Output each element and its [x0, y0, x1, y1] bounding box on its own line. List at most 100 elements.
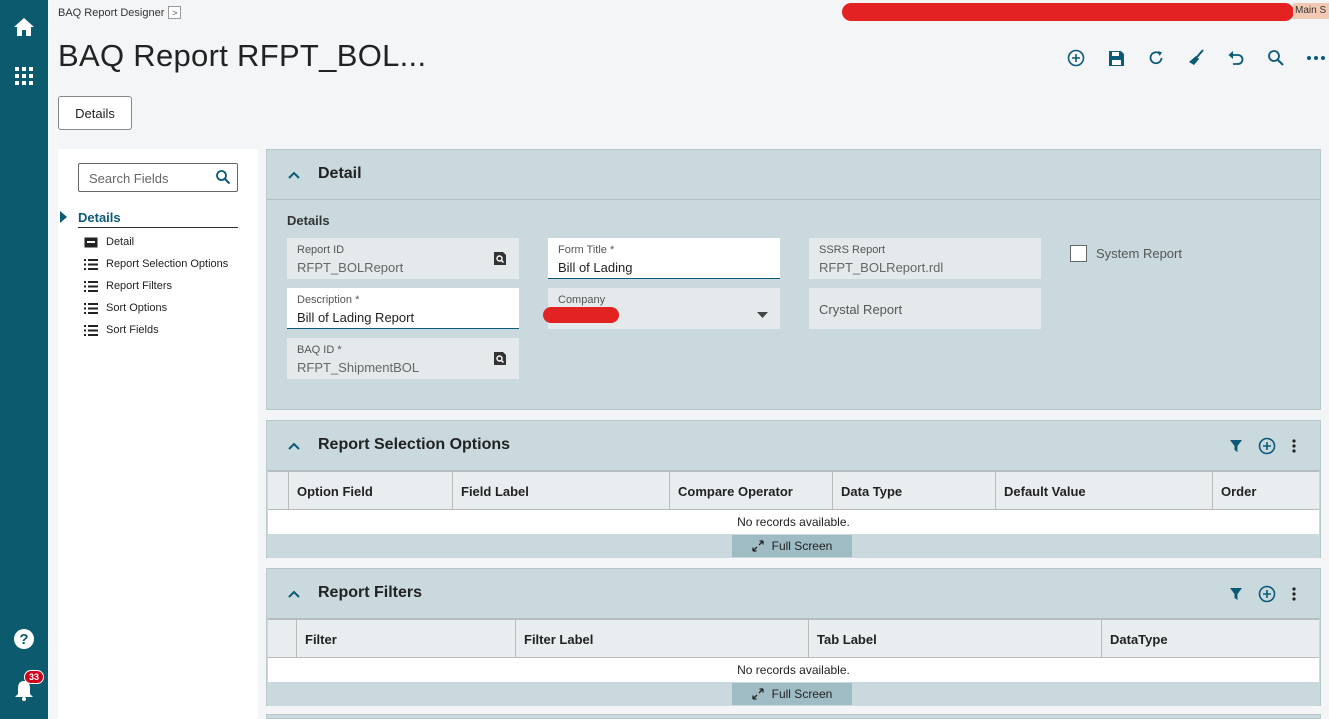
selection-card-title: Report Selection Options: [318, 436, 511, 453]
nav-item-detail[interactable]: Detail: [84, 236, 134, 248]
nav-item-sort-fields[interactable]: Sort Fields: [84, 324, 159, 336]
column-header[interactable]: Field Label: [452, 472, 669, 510]
report-id-label: Report ID: [297, 244, 345, 256]
form-title-field[interactable]: Form Title * Bill of Lading: [548, 238, 780, 279]
column-header[interactable]: Option Field: [288, 472, 452, 510]
full-screen-button[interactable]: Full Screen: [732, 683, 852, 705]
form-title-value: Bill of Lading: [558, 260, 633, 275]
details-button[interactable]: Details: [58, 96, 132, 130]
column-header[interactable]: DataType: [1101, 620, 1321, 658]
no-records-message: No records available.: [268, 658, 1319, 682]
svg-text:?: ?: [19, 631, 28, 648]
company-label: Company: [558, 294, 606, 306]
home-icon[interactable]: [10, 13, 38, 41]
add-row-icon[interactable]: [1258, 437, 1276, 460]
apps-grid-icon[interactable]: [10, 62, 38, 90]
search-fields-input[interactable]: Search Fields: [78, 163, 238, 192]
breadcrumb: BAQ Report Designer >: [58, 6, 182, 19]
notification-count-badge: 33: [23, 670, 44, 684]
breadcrumb-chevron-icon[interactable]: >: [168, 6, 182, 19]
lookup-search-icon[interactable]: [493, 351, 507, 371]
add-row-icon[interactable]: [1258, 585, 1276, 608]
filters-card-tools: [1230, 585, 1296, 608]
list-icon: [84, 258, 98, 270]
field-nav-panel: Search Fields Details Detail Report Sele…: [58, 149, 258, 719]
filter-icon[interactable]: [1230, 587, 1242, 606]
nav-section-details[interactable]: Details: [78, 210, 238, 228]
description-field[interactable]: Description * Bill of Lading Report: [287, 288, 519, 329]
system-report-checkbox[interactable]: System Report: [1070, 245, 1182, 262]
dropdown-caret-icon[interactable]: [757, 305, 768, 323]
nav-item-label: Report Filters: [106, 280, 173, 292]
add-new-icon[interactable]: [1066, 48, 1086, 68]
column-header[interactable]: Order: [1212, 472, 1321, 510]
selection-card-tools: [1230, 437, 1296, 460]
ssrs-report-value: RFPT_BOLReport.rdl: [819, 260, 944, 275]
collapse-chevron-icon[interactable]: [287, 438, 301, 456]
form-title-label: Form Title *: [558, 244, 615, 256]
refresh-icon[interactable]: [1146, 48, 1166, 68]
crystal-report-field[interactable]: Crystal Report: [809, 288, 1041, 329]
baq-id-label: BAQ ID *: [297, 344, 342, 356]
nav-item-label: Sort Fields: [106, 324, 159, 336]
checkbox-box[interactable]: [1070, 245, 1087, 262]
column-header[interactable]: Compare Operator: [669, 472, 832, 510]
nav-item-report-selection-options[interactable]: Report Selection Options: [84, 258, 228, 270]
next-section-card: [266, 714, 1321, 719]
collapse-chevron-icon[interactable]: [287, 586, 301, 604]
list-icon: [84, 324, 98, 336]
detail-card-header[interactable]: Detail: [267, 150, 1320, 200]
grid-header: Option Field Field Label Compare Operato…: [268, 471, 1319, 510]
ssrs-report-label: SSRS Report: [819, 244, 886, 256]
kebab-menu-icon[interactable]: [1292, 439, 1296, 458]
fullscreen-bar: Full Screen: [268, 534, 1319, 558]
undo-icon[interactable]: [1226, 48, 1246, 68]
lookup-search-icon[interactable]: [493, 251, 507, 271]
search-icon[interactable]: [1266, 48, 1286, 68]
report-id-value: RFPT_BOLReport: [297, 260, 404, 275]
full-screen-button[interactable]: Full Screen: [732, 535, 852, 557]
list-icon: [84, 280, 98, 292]
save-icon[interactable]: [1106, 48, 1126, 68]
crystal-report-label: Crystal Report: [819, 302, 903, 317]
clear-broom-icon[interactable]: [1186, 48, 1206, 68]
system-report-label: System Report: [1096, 246, 1182, 261]
nav-item-sort-options[interactable]: Sort Options: [84, 302, 167, 314]
ssrs-report-field[interactable]: SSRS Report RFPT_BOLReport.rdl: [809, 238, 1041, 279]
help-icon[interactable]: ?: [10, 625, 38, 653]
column-header[interactable]: Tab Label: [808, 620, 1101, 658]
list-icon: [84, 302, 98, 314]
expand-icon: [751, 688, 764, 700]
detail-card: Detail Details Report ID RFPT_BOLReport …: [266, 149, 1321, 410]
report-id-field[interactable]: Report ID RFPT_BOLReport: [287, 238, 519, 279]
nav-item-label: Detail: [106, 236, 135, 248]
detail-card-icon: [84, 237, 98, 247]
baq-id-value: RFPT_ShipmentBOL: [297, 360, 420, 375]
app-rail: ? 33: [0, 0, 48, 719]
nav-item-label: Sort Options: [106, 302, 168, 314]
toolbar: [1066, 48, 1326, 68]
full-screen-label: Full Screen: [771, 687, 833, 701]
column-header[interactable]: Filter: [296, 620, 515, 658]
notifications-icon[interactable]: 33: [10, 670, 44, 704]
redaction-mark: [543, 307, 619, 323]
column-header[interactable]: Default Value: [995, 472, 1212, 510]
details-subtitle: Details: [287, 213, 330, 228]
baq-id-field[interactable]: BAQ ID * RFPT_ShipmentBOL: [287, 338, 519, 379]
collapse-chevron-icon[interactable]: [287, 167, 301, 185]
more-options-icon[interactable]: [1306, 48, 1326, 68]
report-filters-card: Report Filters Filter Filter Label Tab L…: [266, 568, 1321, 706]
description-label: Description *: [297, 294, 360, 306]
breadcrumb-label[interactable]: BAQ Report Designer: [58, 7, 164, 19]
detail-card-title: Detail: [318, 165, 362, 182]
column-header[interactable]: Data Type: [832, 472, 995, 510]
nav-item-report-filters[interactable]: Report Filters: [84, 280, 172, 292]
selection-options-grid: Option Field Field Label Compare Operato…: [268, 471, 1319, 558]
description-value: Bill of Lading Report: [297, 310, 415, 325]
selection-card-header[interactable]: Report Selection Options: [267, 421, 1320, 471]
filters-card-header[interactable]: Report Filters: [267, 569, 1320, 619]
column-header[interactable]: Filter Label: [515, 620, 808, 658]
kebab-menu-icon[interactable]: [1292, 587, 1296, 606]
search-icon[interactable]: [215, 169, 231, 190]
filter-icon[interactable]: [1230, 439, 1242, 458]
